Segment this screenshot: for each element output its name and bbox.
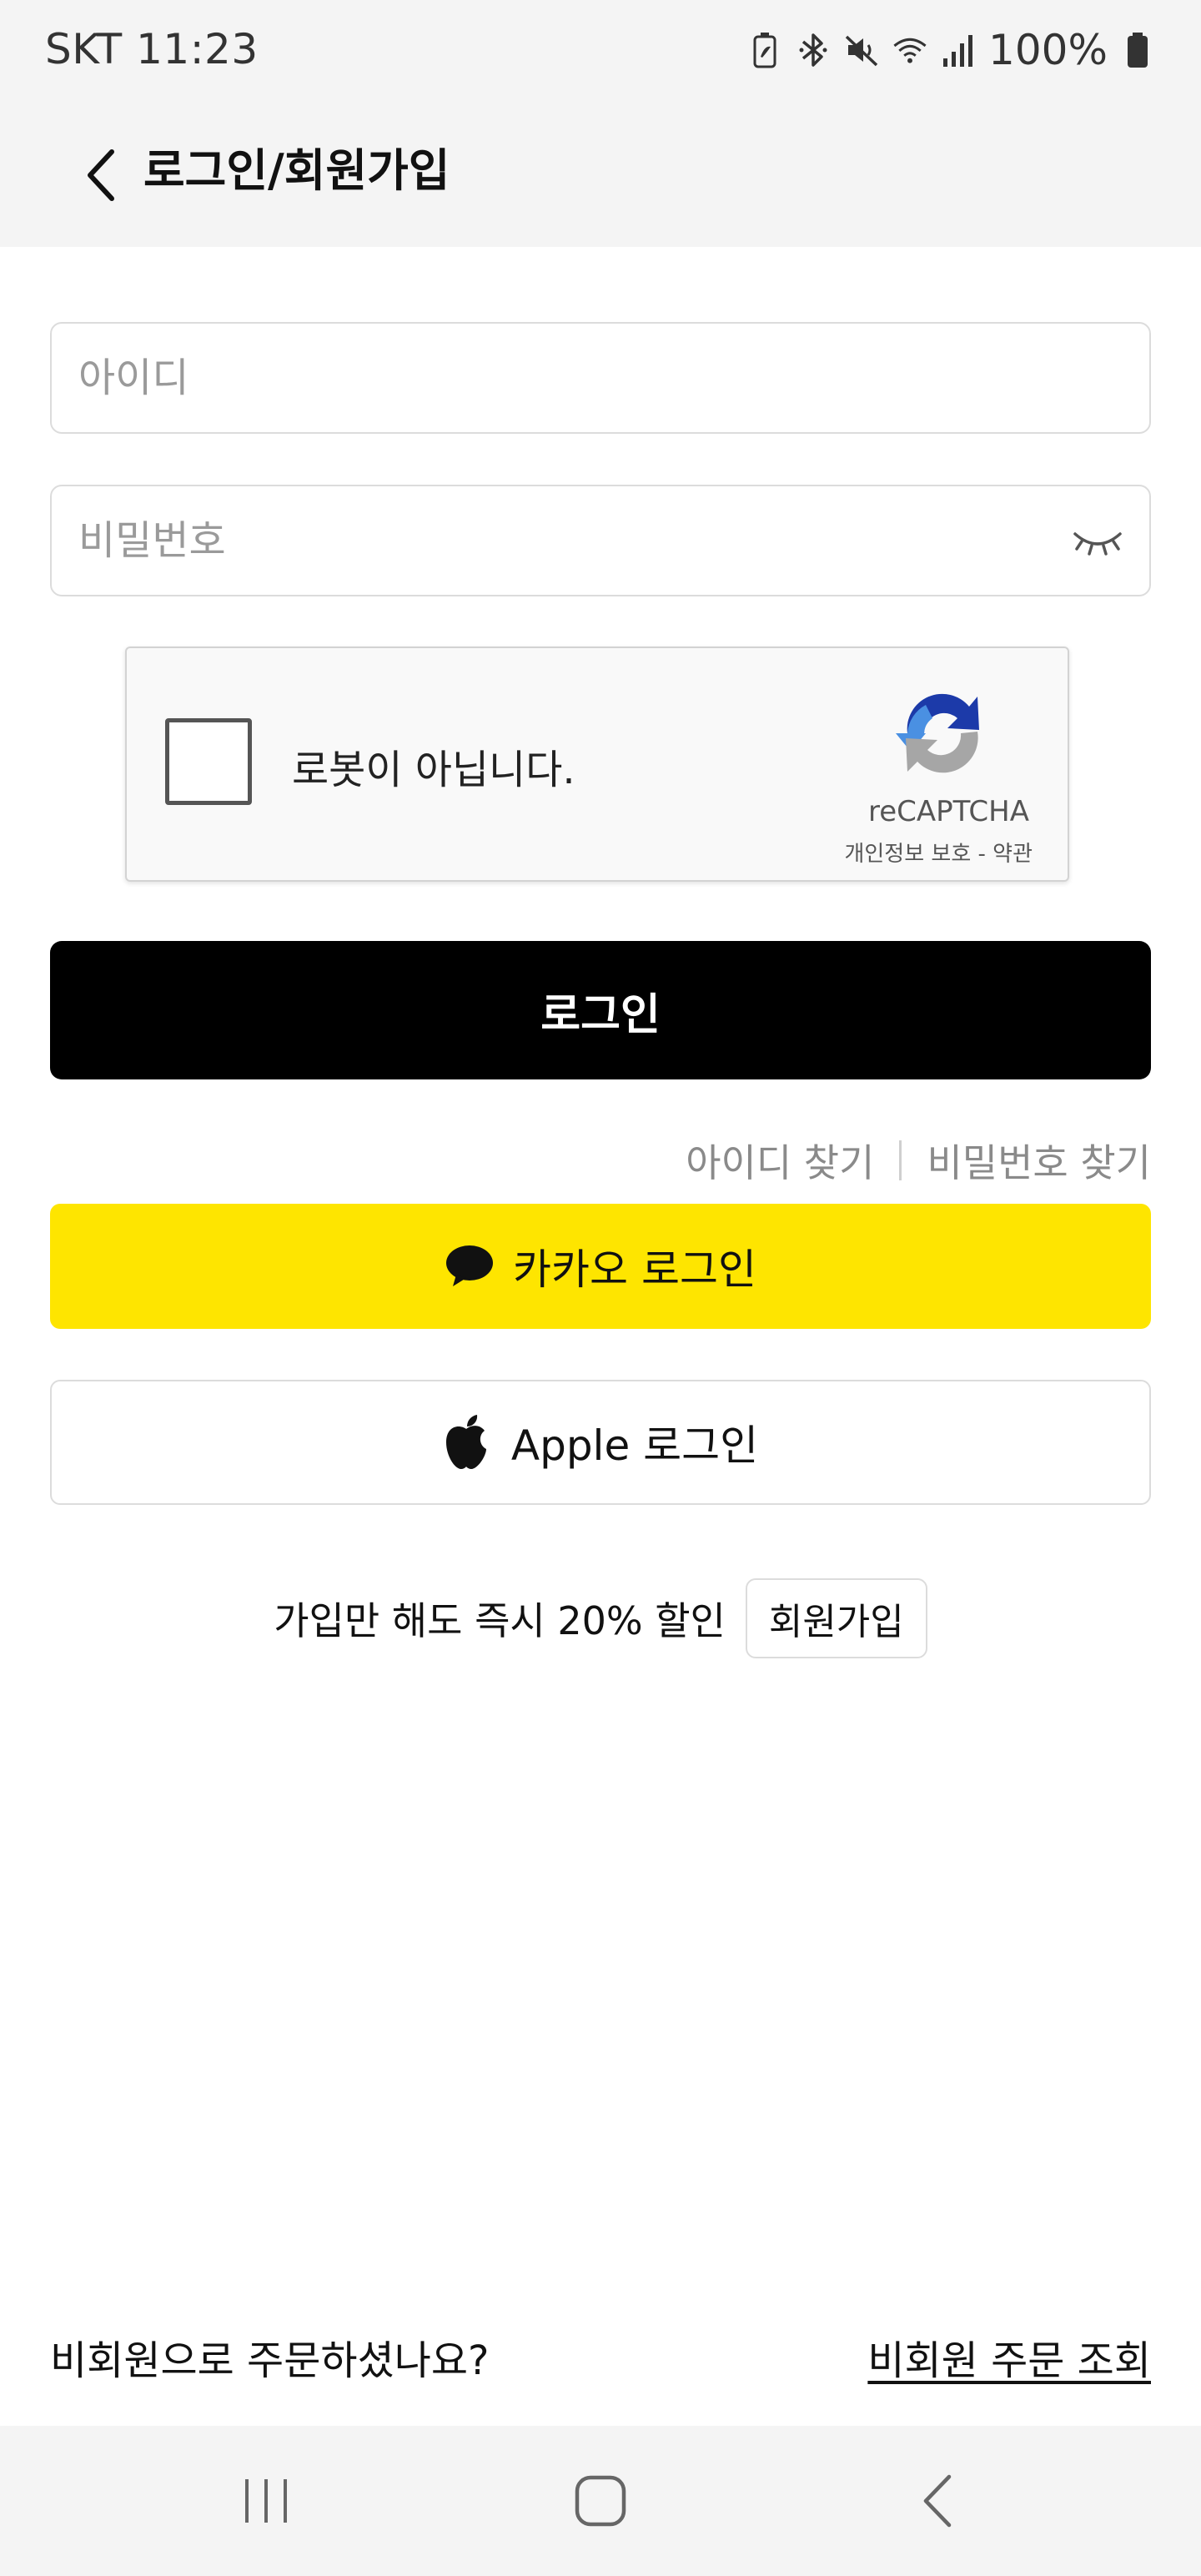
id-input[interactable]: [52, 324, 1149, 432]
kakao-login-label: 카카오 로그인: [513, 1245, 756, 1294]
guest-order-lookup-link[interactable]: 비회원 주문 조회: [867, 2327, 1151, 2386]
bluetooth-icon: [795, 32, 832, 68]
app-header: 로그인/회원가입: [0, 100, 1201, 247]
speech-bubble-icon: [446, 1245, 494, 1286]
recaptcha-brand: reCAPTCHA: [868, 795, 1029, 828]
recent-apps-icon: [245, 2479, 287, 2523]
recaptcha-label: 로봇이 아닙니다.: [292, 747, 575, 793]
guest-order-question: 비회원으로 주문하셨나요?: [50, 2337, 490, 2384]
home-icon: [575, 2475, 626, 2527]
battery-percent: 100%: [988, 26, 1108, 74]
apple-logo-icon: [445, 1415, 486, 1469]
show-password-button[interactable]: [1071, 517, 1124, 567]
find-account-links: 아이디 찾기 비밀번호 찾기: [686, 1133, 1151, 1188]
battery-saver-icon: [746, 32, 783, 68]
system-back-button[interactable]: [899, 2468, 974, 2534]
system-nav-bar: [0, 2426, 1201, 2576]
mute-icon: [843, 32, 880, 68]
divider: [899, 1140, 902, 1180]
signal-icon: [940, 32, 977, 68]
recaptcha-terms-link[interactable]: 개인정보 보호 - 약관: [844, 837, 1033, 868]
signup-button[interactable]: 회원가입: [745, 1578, 927, 1658]
wifi-icon: [892, 32, 928, 68]
battery-icon: [1119, 32, 1156, 68]
apple-login-label: Apple 로그인: [510, 1421, 759, 1470]
kakao-login-button[interactable]: 카카오 로그인: [50, 1204, 1151, 1329]
recaptcha-logo-icon: [896, 693, 979, 773]
page-title: 로그인/회원가입: [143, 144, 450, 197]
password-input[interactable]: [52, 486, 1149, 595]
status-icons: 100%: [746, 25, 1156, 75]
id-field[interactable]: [50, 322, 1151, 434]
find-id-link[interactable]: 아이디 찾기: [686, 1133, 874, 1188]
back-arrow-icon: [923, 2474, 952, 2528]
recaptcha-widget: 로봇이 아닙니다. reCAPTCHA 개인정보 보호 - 약관: [125, 647, 1069, 882]
password-field[interactable]: [50, 485, 1151, 596]
eye-closed-icon: [1073, 532, 1122, 556]
recaptcha-checkbox[interactable]: [165, 718, 252, 805]
status-bar: SKT 11:23 100%: [0, 0, 1201, 100]
back-button[interactable]: [58, 133, 142, 217]
promo-text: 가입만 해도 즉시 20% 할인: [274, 1598, 726, 1643]
home-button[interactable]: [563, 2468, 638, 2534]
login-button[interactable]: 로그인: [50, 941, 1151, 1079]
chevron-left-icon: [88, 149, 114, 201]
find-password-link[interactable]: 비밀번호 찾기: [927, 1133, 1151, 1188]
carrier-time: SKT 11:23: [45, 25, 259, 73]
recent-apps-button[interactable]: [229, 2468, 304, 2534]
apple-login-button[interactable]: Apple 로그인: [50, 1380, 1151, 1505]
signup-promo: 가입만 해도 즉시 20% 할인 회원가입: [0, 1578, 1201, 1658]
